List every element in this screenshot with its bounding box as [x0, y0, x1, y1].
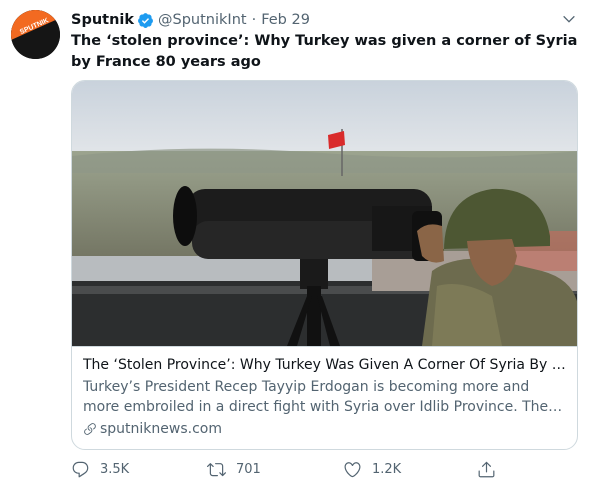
reply-button[interactable]: 3.5K [71, 460, 129, 479]
tweet-text: The ‘stolen province’: Why Turkey was gi… [71, 33, 578, 70]
tweet-actions: 3.5K 701 1.2K [71, 460, 511, 482]
link-card[interactable]: The ‘Stolen Province’: Why Turkey Was Gi… [71, 80, 578, 450]
card-domain-text[interactable]: sputniknews.com [100, 419, 222, 439]
card-title[interactable]: The ‘Stolen Province’: Why Turkey Was Gi… [83, 355, 566, 375]
share-button[interactable] [477, 460, 496, 479]
reply-icon [72, 461, 89, 478]
like-button[interactable]: 1.2K [343, 460, 401, 479]
chevron-down-icon[interactable] [561, 11, 577, 27]
card-body[interactable]: The ‘Stolen Province’: Why Turkey Was Gi… [72, 346, 577, 449]
author-name[interactable]: Sputnik [71, 12, 134, 28]
verified-badge-icon [138, 12, 153, 28]
card-domain[interactable]: sputniknews.com [83, 419, 566, 439]
tweet-date[interactable]: Feb 29 [261, 12, 310, 28]
avatar[interactable]: SPUTNIK [11, 10, 60, 59]
retweet-icon [207, 463, 226, 477]
card-description: Turkey’s President Recep Tayyip Erdogan … [83, 379, 549, 415]
like-icon [344, 462, 361, 478]
share-icon [478, 461, 495, 478]
reply-count: 3.5K [100, 462, 130, 477]
link-icon [84, 423, 96, 435]
sputnik-logo-icon: SPUTNIK [11, 10, 60, 59]
retweet-button[interactable]: 701 [207, 460, 261, 479]
retweet-count: 701 [236, 462, 261, 477]
like-count: 1.2K [372, 462, 402, 477]
author-handle[interactable]: @SputnikInt [158, 12, 247, 28]
card-image[interactable] [72, 81, 578, 346]
separator-dot: · [251, 12, 257, 28]
tweet-header: Sputnik @SputnikInt · Feb 29 [71, 9, 577, 31]
